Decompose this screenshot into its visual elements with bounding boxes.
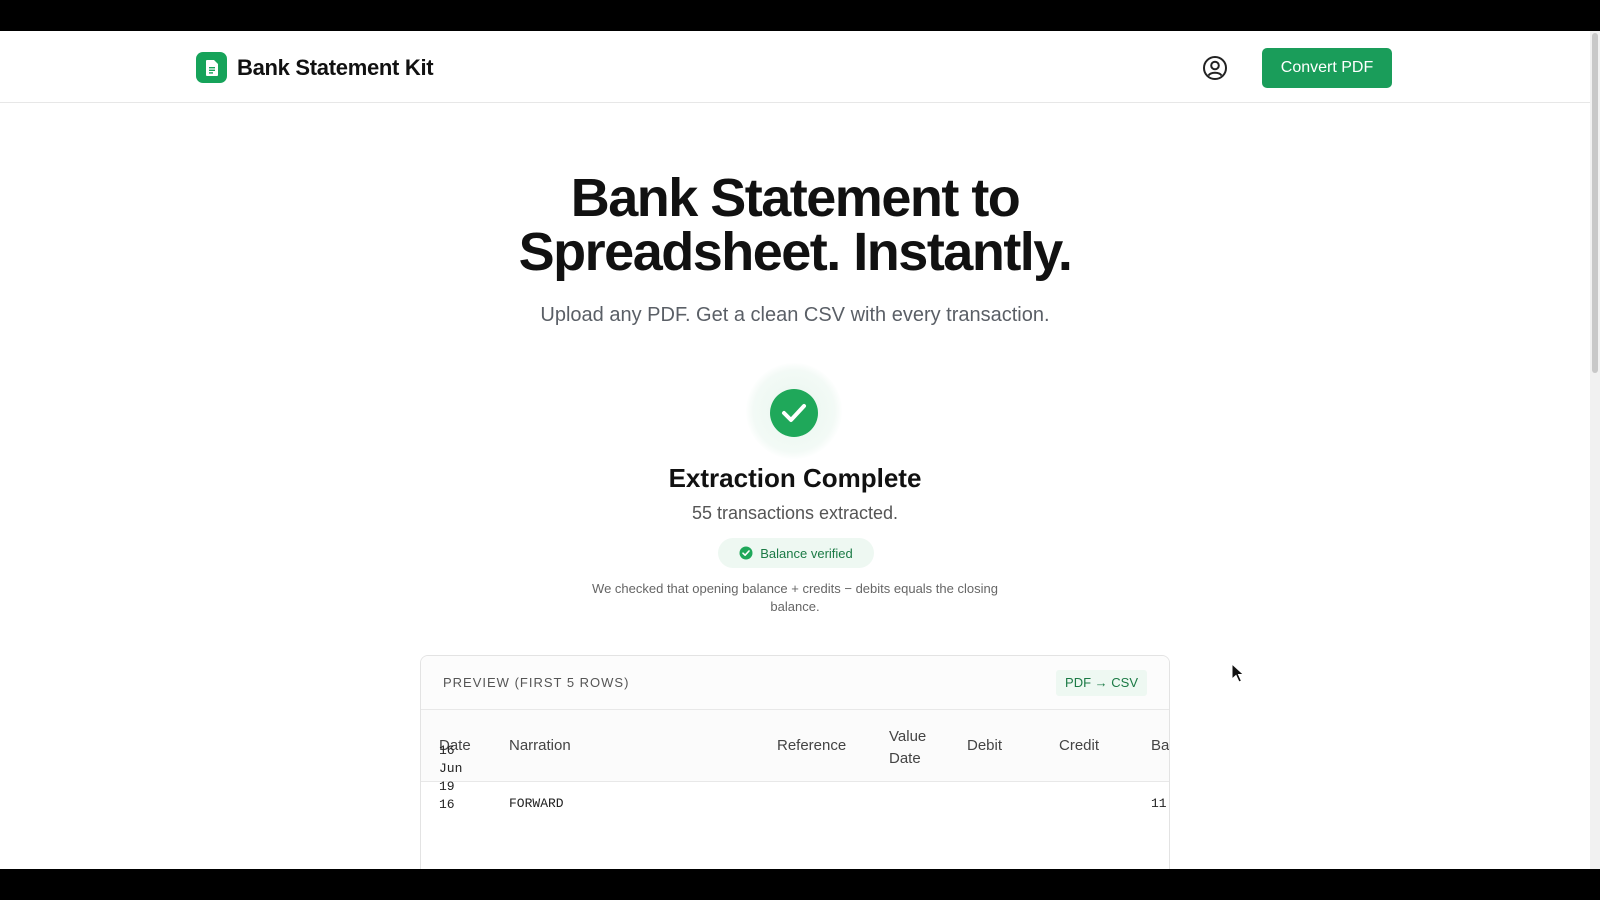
brand[interactable]: Bank Statement Kit — [196, 52, 434, 83]
document-icon — [196, 52, 227, 83]
verification-note: We checked that opening balance + credit… — [592, 581, 998, 614]
preview-label: PREVIEW (FIRST 5 ROWS) — [443, 675, 630, 690]
column-balance: Ba — [1151, 737, 1170, 754]
preview-header: PREVIEW (FIRST 5 ROWS) PDF → CSV — [421, 656, 1169, 710]
extraction-title: Extraction Complete — [668, 463, 922, 493]
page-scrollbar[interactable] — [1590, 31, 1600, 869]
format-tag: PDF → CSV — [1056, 670, 1147, 696]
verified-badge-icon — [739, 546, 753, 560]
convert-pdf-button[interactable]: Convert PDF — [1262, 48, 1392, 88]
column-value-date: Value Date — [889, 728, 927, 767]
column-debit: Debit — [967, 737, 1003, 754]
site-header: Bank Statement Kit Convert PDF — [0, 31, 1590, 103]
row-date-part: 19 — [439, 779, 455, 794]
mouse-cursor-icon — [1231, 663, 1245, 683]
hero-subtitle: Upload any PDF. Get a clean CSV with eve… — [540, 304, 1050, 326]
scrollbar-thumb[interactable] — [1592, 33, 1598, 373]
browser-viewport: Bank Statement Kit Convert PDF Bank Stat… — [0, 31, 1600, 869]
transaction-count: 55 transactions extracted. — [691, 503, 899, 523]
user-circle-icon[interactable] — [1202, 55, 1228, 81]
letterbox-bottom — [0, 869, 1600, 900]
balance-verified-badge: Balance verified — [718, 538, 874, 568]
check-circle-icon — [770, 389, 818, 437]
column-reference: Reference — [777, 737, 847, 754]
row-balance: 11 — [1151, 796, 1167, 811]
hero-title-line-2: Spreadsheet. Instantly. — [518, 222, 1073, 282]
preview-table-card: PREVIEW (FIRST 5 ROWS) PDF → CSV Date Na… — [420, 655, 1170, 869]
row-narration: FORWARD — [509, 796, 564, 811]
column-narration: Narration — [509, 737, 571, 754]
row-date: 16 Jun 19 16 — [439, 742, 479, 814]
column-credit: Credit — [1059, 737, 1100, 754]
hero-title: Bank Statement to Spreadsheet. Instantly… — [0, 171, 1590, 279]
table-header-row: Date Narration Reference Value Date Debi… — [421, 710, 1169, 782]
row-date-part: 16 — [439, 797, 455, 812]
badge-label: Balance verified — [760, 545, 853, 561]
hero-title-line-1: Bank Statement to — [570, 168, 1021, 228]
letterbox-top — [0, 0, 1600, 31]
brand-name: Bank Statement Kit — [237, 54, 434, 80]
row-date-part: Jun — [439, 761, 463, 776]
row-date-part: 16 — [439, 743, 455, 758]
